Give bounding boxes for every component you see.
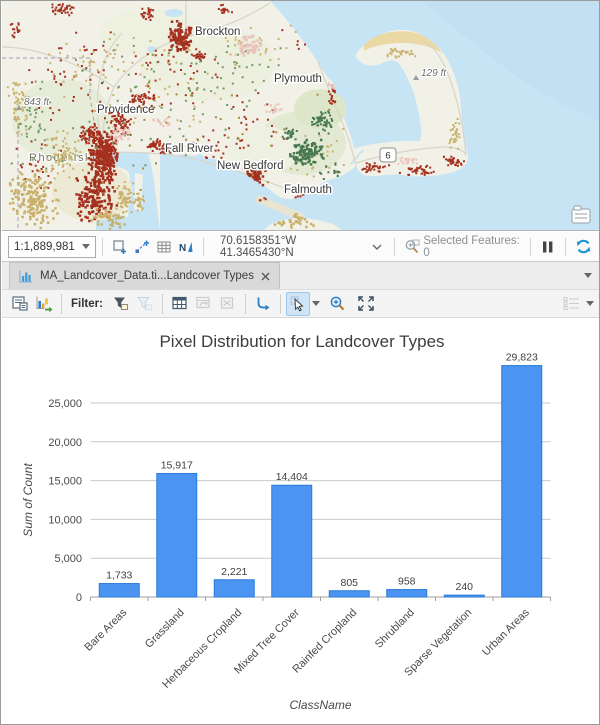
zoom-in-tool[interactable] bbox=[326, 292, 350, 316]
bar-bare-areas[interactable] bbox=[99, 584, 139, 597]
svg-text:Fall River: Fall River bbox=[165, 143, 214, 155]
coordinates-dropdown[interactable] bbox=[368, 238, 386, 256]
separator bbox=[61, 294, 62, 314]
view-tab-bar: MA_Landcover_Data.ti...Landcover Types bbox=[2, 262, 600, 290]
bar-herbaceous-cropland[interactable] bbox=[214, 580, 254, 597]
bar-value-label: 240 bbox=[455, 581, 473, 593]
y-tick-label: 25,000 bbox=[48, 398, 82, 410]
bar-value-label: 805 bbox=[340, 577, 358, 589]
chart-view: Pixel Distribution for Landcover Types 0 5… bbox=[2, 318, 600, 725]
separator bbox=[102, 238, 103, 256]
bar-chart: Pixel Distribution for Landcover Types 0 5… bbox=[2, 318, 600, 725]
full-extent-button[interactable] bbox=[354, 292, 378, 316]
svg-text:Brockton: Brockton bbox=[195, 26, 240, 38]
bar-value-label: 1,733 bbox=[106, 570, 132, 582]
x-category-label: Bare Areas bbox=[82, 606, 129, 653]
edit-vertices-button[interactable] bbox=[133, 238, 151, 256]
y-axis-title: Sum of Count bbox=[21, 463, 35, 537]
x-category-label: Grassland bbox=[143, 607, 187, 651]
bar-value-label: 14,404 bbox=[276, 471, 308, 483]
close-icon[interactable] bbox=[260, 271, 271, 282]
chart-toolbar: Filter: bbox=[2, 290, 600, 318]
filter-label: Filter: bbox=[71, 298, 103, 310]
chart-series-list-button bbox=[560, 292, 584, 316]
separator bbox=[245, 294, 246, 314]
y-tick-label: 10,000 bbox=[48, 514, 82, 526]
selected-features-icon bbox=[403, 238, 421, 256]
add-extent-button[interactable] bbox=[111, 238, 129, 256]
map-overlay-button[interactable] bbox=[572, 206, 590, 223]
chart-title: Pixel Distribution for Landcover Types bbox=[159, 332, 444, 351]
refresh-button[interactable] bbox=[574, 238, 592, 256]
bar-value-label: 958 bbox=[398, 576, 416, 588]
separator bbox=[530, 238, 531, 256]
pause-drawing-button[interactable] bbox=[539, 238, 557, 256]
y-tick-label: 0 bbox=[76, 592, 82, 604]
map-scale-combobox[interactable]: 1:1,889,981 bbox=[8, 236, 96, 258]
svg-text:N: N bbox=[179, 243, 186, 254]
chart-tab-icon bbox=[18, 269, 34, 284]
bar-rainfed-cropland[interactable] bbox=[329, 591, 369, 597]
map-status-bar: 1:1,889,981 N 70.6158351°W 41.3465430°N … bbox=[2, 232, 600, 262]
separator bbox=[565, 238, 566, 256]
chevron-down-icon bbox=[82, 244, 90, 249]
remove-table-button bbox=[216, 292, 240, 316]
svg-text:6: 6 bbox=[385, 151, 390, 162]
map-canvas: ProvidenceRhode Island BrocktonPlymouthF… bbox=[2, 1, 600, 231]
svg-text:129 ft: 129 ft bbox=[421, 68, 447, 79]
new-chart-button[interactable] bbox=[32, 292, 56, 316]
refresh-table-button bbox=[192, 292, 216, 316]
x-category-label: Urban Areas bbox=[480, 606, 532, 658]
filter-by-selection-button bbox=[133, 292, 157, 316]
svg-text:Plymouth: Plymouth bbox=[274, 73, 322, 85]
switch-axes-button[interactable] bbox=[251, 292, 275, 316]
svg-text:843 ft: 843 ft bbox=[24, 97, 50, 108]
separator bbox=[394, 238, 395, 256]
bar-shrubland[interactable] bbox=[387, 590, 427, 597]
x-axis-title: ClassName bbox=[289, 698, 351, 712]
bar-value-label: 2,221 bbox=[221, 566, 247, 578]
separator bbox=[203, 238, 204, 256]
chart-properties-button[interactable] bbox=[8, 292, 32, 316]
tab-list-dropdown[interactable] bbox=[584, 273, 592, 278]
separator bbox=[162, 294, 163, 314]
series-list-dropdown[interactable] bbox=[586, 301, 594, 306]
bar-urban-areas[interactable] bbox=[502, 366, 542, 597]
bar-sparse-vegetation[interactable] bbox=[444, 595, 484, 597]
tab-landcover-chart[interactable]: MA_Landcover_Data.ti...Landcover Types bbox=[9, 262, 280, 289]
selected-features-count: Selected Features: 0 bbox=[423, 235, 522, 259]
svg-text:Providence: Providence bbox=[97, 104, 155, 116]
select-tool-dropdown[interactable] bbox=[312, 301, 320, 306]
select-chart-tool[interactable] bbox=[286, 292, 310, 316]
tab-title: MA_Landcover_Data.ti...Landcover Types bbox=[40, 270, 254, 282]
y-tick-label: 20,000 bbox=[48, 437, 82, 449]
y-tick-label: 5,000 bbox=[54, 553, 82, 565]
x-category-label: Shrubland bbox=[373, 607, 417, 651]
grid-button[interactable] bbox=[155, 238, 173, 256]
separator bbox=[280, 294, 281, 314]
map-scale-value: 1:1,889,981 bbox=[14, 241, 75, 253]
svg-text:Falmouth: Falmouth bbox=[284, 184, 332, 196]
north-arrow-button[interactable]: N bbox=[177, 238, 195, 256]
bar-value-label: 29,823 bbox=[506, 352, 538, 364]
bar-mixed-tree-cover[interactable] bbox=[272, 485, 312, 597]
map-view[interactable]: ProvidenceRhode Island BrocktonPlymouthF… bbox=[2, 1, 600, 231]
y-tick-label: 15,000 bbox=[48, 476, 82, 488]
arcgis-window: ProvidenceRhode Island BrocktonPlymouthF… bbox=[0, 0, 600, 725]
svg-text:New Bedford: New Bedford bbox=[217, 160, 283, 172]
x-category-label: Rainfed Cropland bbox=[290, 607, 359, 676]
bar-grassland[interactable] bbox=[157, 473, 197, 597]
show-table-button[interactable] bbox=[168, 292, 192, 316]
coordinates-readout: 70.6158351°W 41.3465430°N bbox=[220, 235, 362, 259]
bar-value-label: 15,917 bbox=[161, 459, 193, 471]
filter-by-extent-button[interactable] bbox=[109, 292, 133, 316]
